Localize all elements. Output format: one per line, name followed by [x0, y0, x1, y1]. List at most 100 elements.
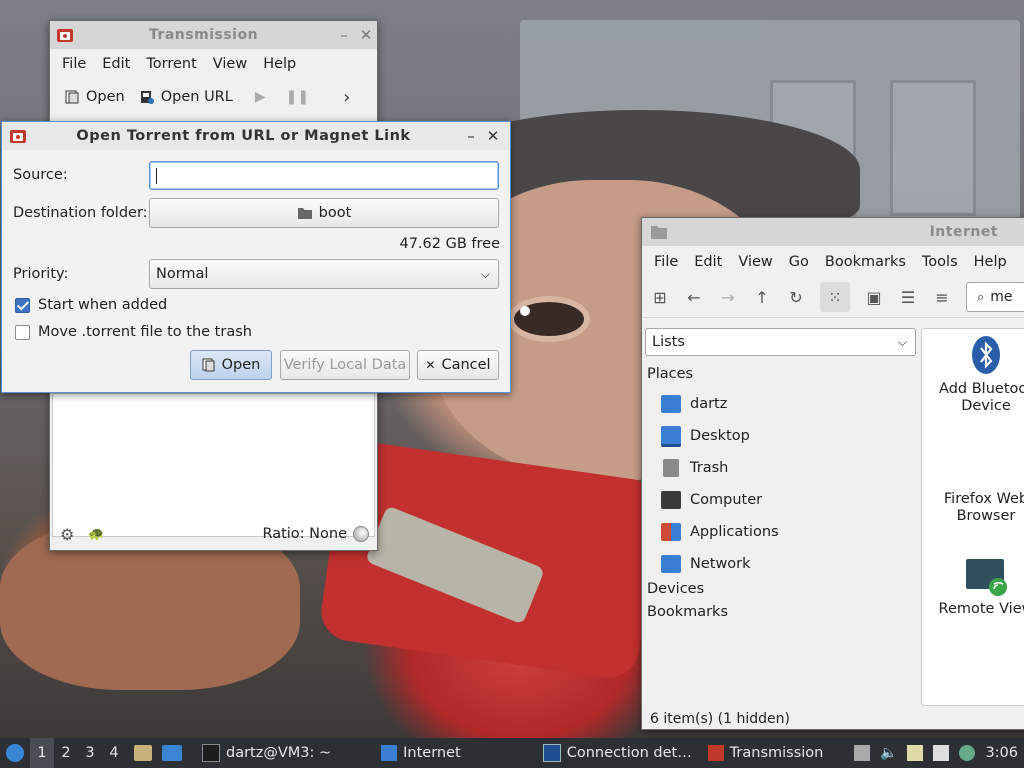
eject-icon[interactable] — [854, 745, 870, 761]
task-internet[interactable]: Internet — [373, 738, 469, 768]
workspace-3[interactable]: 3 — [78, 745, 102, 761]
menu-go[interactable]: Go — [781, 254, 817, 270]
file-icon-view[interactable]: Add Bluetoot Device Firefox Web Browser … — [921, 328, 1024, 706]
task-connection-details[interactable]: Connection det… — [535, 738, 700, 768]
turtle-icon[interactable]: 🐢 — [88, 527, 104, 542]
file-manager-launcher-icon[interactable] — [134, 745, 152, 761]
minimize-button[interactable]: – — [460, 127, 482, 145]
task-label: Connection det… — [566, 745, 692, 761]
location-bar[interactable]: ⌕ me — [966, 282, 1024, 312]
priority-select[interactable]: Normal ⌵ — [149, 259, 499, 289]
compact-view-icon[interactable]: ☰ — [898, 287, 918, 307]
more-chevron-icon[interactable]: › — [343, 87, 350, 108]
start-when-added-checkbox[interactable] — [15, 298, 30, 313]
source-input[interactable] — [149, 161, 499, 190]
transmission-icon — [57, 29, 73, 42]
dialog-titlebar[interactable]: Open Torrent from URL or Magnet Link – ✕ — [2, 122, 510, 150]
notification-icon[interactable] — [959, 745, 976, 761]
menu-view[interactable]: View — [205, 56, 255, 72]
bookmarks-header[interactable]: Bookmarks — [647, 604, 728, 620]
file-manager-menubar: File Edit View Go Bookmarks Tools Help — [642, 246, 1024, 277]
start-when-added-label[interactable]: Start when added — [38, 297, 167, 313]
bluetooth-icon — [972, 336, 1000, 374]
place-trash[interactable]: Trash — [661, 457, 728, 479]
cancel-button[interactable]: ✕ Cancel — [417, 350, 499, 380]
open-button-label: Open — [221, 357, 261, 373]
task-label: Transmission — [729, 745, 824, 761]
free-space-label: 47.62 GB free — [399, 236, 500, 252]
menu-file[interactable]: File — [646, 254, 686, 270]
torrent-list[interactable] — [52, 393, 375, 537]
desktop-item-firefox[interactable]: Firefox Web Browser — [922, 491, 1024, 525]
places-header[interactable]: Places — [647, 366, 693, 382]
menu-edit[interactable]: Edit — [686, 254, 730, 270]
place-label: Network — [690, 556, 751, 572]
applications-icon — [661, 523, 681, 541]
ratio-label[interactable]: Ratio: None — [262, 526, 347, 542]
move-to-trash-label[interactable]: Move .torrent file to the trash — [38, 324, 252, 340]
menu-edit[interactable]: Edit — [94, 56, 138, 72]
ratio-globe-icon[interactable] — [353, 526, 369, 542]
place-computer[interactable]: Computer — [661, 489, 762, 511]
minimize-button[interactable]: – — [333, 26, 355, 44]
close-icon: ✕ — [425, 358, 436, 372]
pause-icon[interactable]: ❚❚ — [286, 89, 309, 105]
destination-folder-button[interactable]: boot — [149, 198, 499, 228]
forward-icon[interactable]: → — [718, 287, 738, 307]
gear-icon[interactable]: ⚙ — [60, 525, 74, 544]
cancel-button-label: Cancel — [441, 357, 491, 373]
network-icon[interactable] — [933, 745, 950, 761]
transmission-toolbar: Open Open URL ▶ ❚❚ › — [50, 79, 377, 115]
menu-torrent[interactable]: Torrent — [138, 56, 204, 72]
side-pane-mode-select[interactable]: Lists ⌵ — [645, 328, 916, 356]
desktop-item-bluetooth[interactable]: Add Bluetoot Device — [922, 335, 1024, 415]
place-desktop[interactable]: Desktop — [661, 425, 750, 447]
open-url-button[interactable]: Open URL — [139, 89, 233, 105]
verify-local-data-button[interactable]: Verify Local Data — [280, 350, 410, 380]
task-terminal[interactable]: dartz@VM3: ~ — [194, 738, 339, 768]
menu-tools[interactable]: Tools — [914, 254, 966, 270]
volume-icon[interactable]: 🔈 — [880, 745, 897, 761]
reload-icon[interactable]: ↻ — [786, 287, 806, 307]
item-label: Device — [961, 398, 1011, 414]
open-button[interactable]: Open — [64, 89, 125, 105]
detailed-list-icon[interactable]: ≡ — [932, 287, 952, 307]
thumbnail-view-icon[interactable]: ▣ — [864, 287, 884, 307]
open-file-icon — [202, 358, 215, 372]
open-url-button-label: Open URL — [160, 89, 233, 105]
open-button[interactable]: Open — [190, 350, 272, 380]
workspace-4[interactable]: 4 — [102, 745, 126, 761]
task-transmission[interactable]: Transmission — [700, 738, 832, 768]
transmission-titlebar[interactable]: Transmission – ✕ — [50, 21, 377, 49]
show-desktop-icon[interactable] — [162, 745, 182, 761]
clipboard-icon[interactable] — [907, 745, 924, 761]
devices-header[interactable]: Devices — [647, 581, 704, 597]
menu-file[interactable]: File — [54, 56, 94, 72]
workspace-2[interactable]: 2 — [54, 745, 78, 761]
desktop-item-remote-viewer[interactable]: Remote View — [922, 557, 1024, 618]
place-dartz[interactable]: dartz — [661, 393, 727, 415]
up-icon[interactable]: ↑ — [752, 287, 772, 307]
icon-view-icon[interactable]: ⁙ — [820, 282, 850, 312]
clock[interactable]: 3:06 — [985, 745, 1018, 761]
chevron-down-icon: ⌵ — [897, 334, 907, 349]
close-button[interactable]: ✕ — [355, 26, 377, 44]
start-menu-icon[interactable] — [0, 738, 30, 768]
menu-view[interactable]: View — [730, 254, 780, 270]
workspace-1[interactable]: 1 — [30, 738, 54, 768]
new-tab-icon[interactable]: ⊞ — [650, 287, 670, 307]
verify-button-label: Verify Local Data — [283, 357, 407, 373]
place-applications[interactable]: Applications — [661, 521, 779, 543]
source-label: Source: — [13, 167, 68, 183]
place-network[interactable]: Network — [661, 553, 751, 575]
menu-help[interactable]: Help — [966, 254, 1015, 270]
menu-help[interactable]: Help — [255, 56, 304, 72]
file-manager-titlebar[interactable]: Internet — [642, 218, 1024, 246]
back-icon[interactable]: ← — [684, 287, 704, 307]
menu-bookmarks[interactable]: Bookmarks — [817, 254, 914, 270]
close-button[interactable]: ✕ — [482, 127, 504, 145]
move-to-trash-checkbox[interactable] — [15, 325, 30, 340]
window-title: Internet — [929, 224, 998, 240]
destination-label: Destination folder: — [13, 205, 148, 221]
start-icon[interactable]: ▶ — [255, 89, 266, 105]
